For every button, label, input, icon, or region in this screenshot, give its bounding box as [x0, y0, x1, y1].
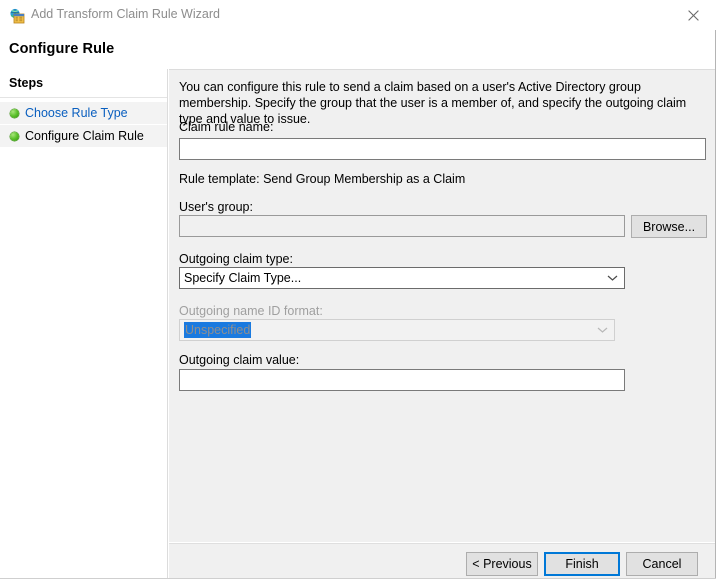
claim-rule-name-label: Claim rule name:: [179, 120, 274, 134]
sidebar-item-label: Configure Claim Rule: [25, 129, 144, 143]
outgoing-claim-value-label: Outgoing claim value:: [179, 353, 300, 367]
green-dot-icon: [10, 108, 19, 118]
sidebar-item-label: Choose Rule Type: [25, 106, 128, 120]
chevron-down-icon: [597, 327, 608, 334]
outgoing-claim-type-select[interactable]: Specify Claim Type...: [179, 267, 625, 289]
finish-button[interactable]: Finish: [544, 552, 620, 576]
content-panel: You can configure this rule to send a cl…: [169, 69, 715, 542]
green-dot-icon: [10, 131, 19, 141]
steps-sidebar: Steps Choose Rule Type Configure Claim R…: [0, 69, 168, 578]
sidebar-item-choose-rule-type[interactable]: Choose Rule Type: [0, 102, 167, 124]
users-group-field[interactable]: [180, 216, 624, 236]
titlebar: Add Transform Claim Rule Wizard: [0, 0, 716, 30]
window-title: Add Transform Claim Rule Wizard: [31, 7, 220, 21]
outgoing-claim-value-input[interactable]: [179, 369, 625, 391]
rule-template-text: Rule template: Send Group Membership as …: [179, 172, 466, 186]
page-title: Configure Rule: [9, 41, 115, 57]
outgoing-name-id-format-value: Unspecified: [184, 322, 252, 338]
dialog-footer: < Previous Finish Cancel: [169, 543, 715, 583]
claim-rule-name-input[interactable]: [179, 138, 706, 160]
outgoing-claim-type-label: Outgoing claim type:: [179, 252, 293, 266]
claim-rule-name-field[interactable]: [180, 139, 705, 159]
sidebar-divider: [0, 97, 167, 98]
users-group-label: User's group:: [179, 200, 253, 214]
wizard-globe-icon: [9, 8, 25, 24]
users-group-input[interactable]: [179, 215, 625, 237]
previous-button[interactable]: < Previous: [466, 552, 538, 576]
browse-button[interactable]: Browse...: [631, 215, 707, 238]
outgoing-name-id-format-select: Unspecified: [179, 319, 615, 341]
outgoing-claim-value-field[interactable]: [180, 370, 624, 390]
cancel-button[interactable]: Cancel: [626, 552, 698, 576]
close-icon[interactable]: [670, 0, 716, 30]
sidebar-item-configure-claim-rule[interactable]: Configure Claim Rule: [0, 125, 167, 147]
wizard-window: Add Transform Claim Rule Wizard Configur…: [0, 0, 716, 585]
outgoing-claim-type-value: Specify Claim Type...: [184, 271, 302, 285]
chevron-down-icon: [607, 275, 618, 282]
steps-heading: Steps: [9, 76, 44, 90]
outgoing-name-id-format-label: Outgoing name ID format:: [179, 304, 323, 318]
